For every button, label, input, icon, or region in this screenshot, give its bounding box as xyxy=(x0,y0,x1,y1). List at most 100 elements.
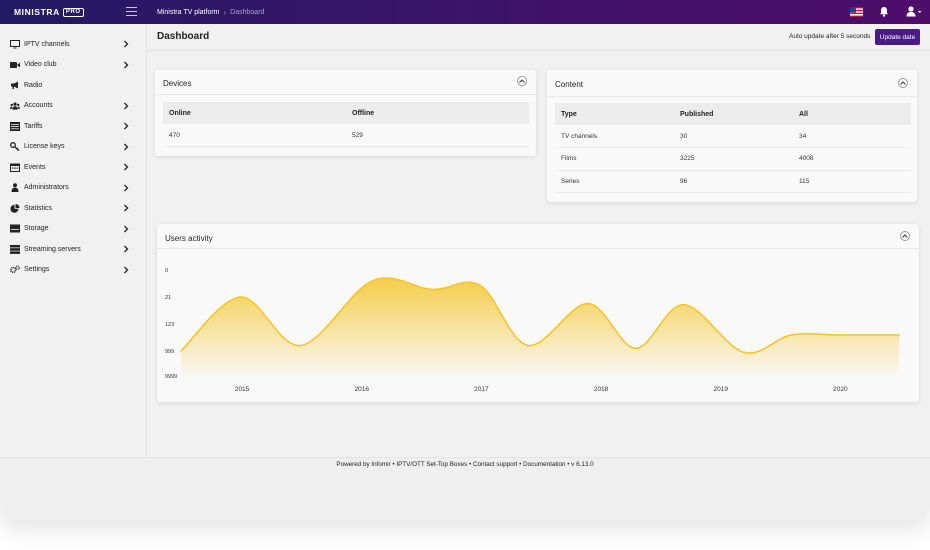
sidebar-item-tariffs[interactable]: Tariffs xyxy=(0,116,146,137)
sidebar-item-events[interactable]: Events xyxy=(0,157,146,178)
chevron-right-icon[interactable] xyxy=(123,245,129,253)
chevron-right-icon[interactable] xyxy=(123,184,129,192)
x-tick-label: 2017 xyxy=(474,386,489,393)
breadcrumb-root[interactable]: Ministra TV platform xyxy=(157,9,220,16)
users-activity-card: Users activity 9999 999 123 21 0 2015 2016 2017… xyxy=(157,224,919,402)
sidebar-list: IPTV channels Video club Radio Accounts Tari… xyxy=(0,24,146,280)
devices-card: Devices Online Offline 470 529 xyxy=(155,70,536,156)
logo-badge: PRO xyxy=(62,7,84,17)
sidebar-item-radio[interactable]: Radio xyxy=(0,75,146,96)
sidebar-item-storage[interactable]: Storage xyxy=(0,219,146,240)
activity-point xyxy=(180,350,182,352)
monitor-icon xyxy=(10,39,20,49)
storage-icon xyxy=(10,224,20,233)
sidebar-item-streaming-servers[interactable]: Streaming servers xyxy=(0,239,146,260)
sidebar-item-label: Storage xyxy=(24,225,49,233)
app-window: MINISTRA PRO Ministra TV platform › Dash… xyxy=(0,0,930,520)
activity-point xyxy=(527,344,529,347)
sidebar-item-iptv-channels[interactable]: IPTV channels xyxy=(0,34,146,55)
table-row: Films 3225 4008 xyxy=(555,147,911,171)
y-tick-label: 0 xyxy=(165,268,168,274)
chevron-right-icon[interactable] xyxy=(123,266,129,274)
activity-point xyxy=(371,279,374,282)
chevron-right-icon[interactable] xyxy=(123,102,129,110)
footer-text: Powered by Infomir • IPTV/OTT Set-Top Bo… xyxy=(336,461,594,468)
sidebar-item-label: Accounts xyxy=(24,102,53,110)
collapse-devices-icon[interactable] xyxy=(517,76,527,86)
pie-chart-icon xyxy=(10,203,20,213)
menu-toggle-icon[interactable] xyxy=(126,7,137,16)
auto-update-text: Auto update after 5 seconds xyxy=(789,33,871,40)
chevron-right-icon[interactable] xyxy=(123,204,129,212)
devices-header-row: Online Offline xyxy=(163,102,529,124)
sidebar-item-statistics[interactable]: Statistics xyxy=(0,198,146,219)
footer: Powered by Infomir • IPTV/OTT Set-Top Bo… xyxy=(0,457,930,520)
table-cell: 3225 xyxy=(674,147,793,171)
admin-icon xyxy=(10,183,20,193)
server-icon xyxy=(10,244,20,254)
content-column-header: All xyxy=(793,103,911,125)
bell-icon[interactable] xyxy=(879,6,889,17)
activity-point xyxy=(587,302,589,305)
sidebar-item-administrators[interactable]: Administrators xyxy=(0,178,146,199)
us-flag-icon[interactable] xyxy=(850,7,863,17)
collapse-activity-icon[interactable] xyxy=(900,231,910,241)
chevron-right-icon[interactable] xyxy=(123,225,129,233)
devices-column-header: Offline xyxy=(346,102,529,124)
table-cell: 4008 xyxy=(793,147,911,171)
table-cell: 529 xyxy=(346,124,529,147)
content-column-header: Type xyxy=(555,103,674,125)
sidebar-item-label: Statistics xyxy=(24,204,53,212)
users-activity-title: Users activity xyxy=(165,234,213,243)
sidebar-item-label: IPTV channels xyxy=(24,40,70,48)
sidebar-item-accounts[interactable]: Accounts xyxy=(0,96,146,117)
activity-point xyxy=(898,334,900,336)
y-tick-label: 123 xyxy=(165,322,174,328)
activity-point xyxy=(431,288,434,291)
sidebar: IPTV channels Video club Radio Accounts Tari… xyxy=(0,24,147,457)
update-date-button[interactable]: Update date xyxy=(875,29,920,45)
activity-point xyxy=(634,347,637,350)
y-tick-label: 9999 xyxy=(165,374,177,380)
sidebar-item-label: Radio xyxy=(24,81,43,89)
sidebar-item-settings[interactable]: Settings xyxy=(0,260,146,281)
table-cell: 470 xyxy=(163,124,346,147)
table-row: Series 96 115 xyxy=(555,170,911,193)
x-tick-label: 2019 xyxy=(714,386,729,393)
activity-point xyxy=(682,303,685,306)
chevron-right-icon[interactable] xyxy=(123,163,129,171)
logo[interactable]: MINISTRA PRO xyxy=(14,7,84,17)
activity-point xyxy=(299,344,302,347)
y-tick-label: 21 xyxy=(165,295,171,301)
x-tick-label: 2016 xyxy=(355,386,370,393)
sidebar-item-label: Administrators xyxy=(24,184,69,192)
sidebar-item-label: Video club xyxy=(24,61,57,69)
content-table: Type Published All TV channels 30 34 Films 322… xyxy=(555,103,911,193)
table-row: TV channels 30 34 xyxy=(555,125,911,148)
chevron-right-icon[interactable] xyxy=(123,61,129,69)
breadcrumb: Ministra TV platform › Dashboard xyxy=(157,8,264,17)
activity-point xyxy=(742,351,745,354)
users-icon xyxy=(10,101,20,110)
sidebar-item-label: Streaming servers xyxy=(24,245,81,253)
card-divider xyxy=(547,96,917,97)
activity-point xyxy=(479,284,481,287)
activity-point xyxy=(838,334,840,336)
collapse-content-icon[interactable] xyxy=(898,78,908,88)
top-bar: MINISTRA PRO Ministra TV platform › Dash… xyxy=(0,0,930,24)
calendar-icon xyxy=(10,163,20,172)
table-cell: 30 xyxy=(674,125,793,148)
logo-text: MINISTRA xyxy=(14,7,60,17)
sidebar-item-label: License keys xyxy=(24,143,65,151)
chevron-right-icon[interactable] xyxy=(123,122,129,130)
content-card: Content Type Published All TV channels 30 34… xyxy=(547,70,917,202)
user-menu-icon[interactable] xyxy=(906,6,922,17)
chevron-right-icon[interactable] xyxy=(123,143,129,151)
content-card-title: Content xyxy=(555,80,584,89)
devices-table: Online Offline 470 529 xyxy=(163,102,529,147)
sidebar-item-license-keys[interactable]: License keys xyxy=(0,137,146,158)
sidebar-item-video-club[interactable]: Video club xyxy=(0,55,146,76)
table-cell: Films xyxy=(555,147,674,171)
video-camera-icon xyxy=(10,60,20,69)
chevron-right-icon[interactable] xyxy=(123,40,129,48)
